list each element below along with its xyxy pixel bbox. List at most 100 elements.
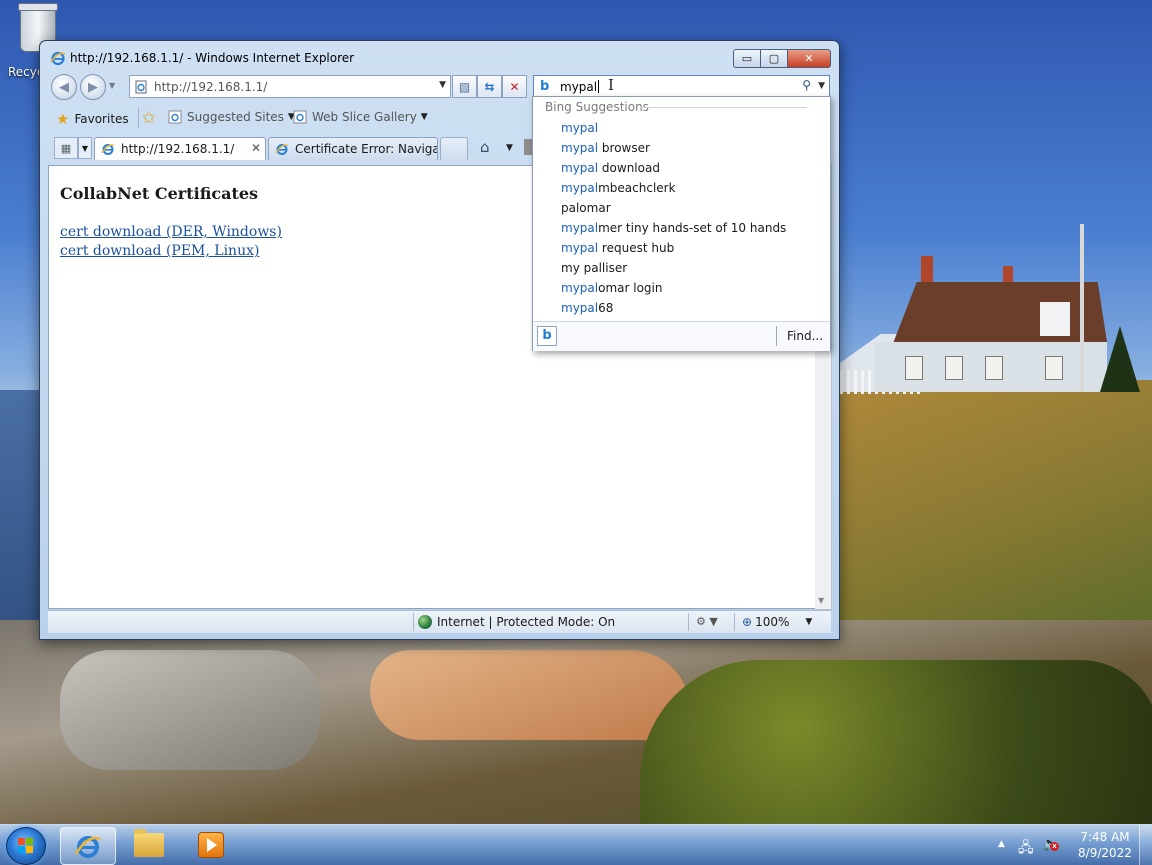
clock-date: 8/9/2022: [1078, 846, 1132, 860]
zoom-control[interactable]: ⊕ 100% ▼: [742, 615, 812, 629]
suggestion-item[interactable]: my palliser: [533, 258, 830, 278]
der-certificate-link[interactable]: cert download (DER, Windows): [60, 224, 282, 240]
pem-certificate-link[interactable]: cert download (PEM, Linux): [60, 243, 259, 259]
clock-time: 7:48 AM: [1080, 830, 1130, 844]
suggestions-header: Bing Suggestions: [545, 100, 649, 114]
address-dropdown-icon[interactable]: ▼: [439, 80, 446, 90]
suggestion-item[interactable]: mypalmer tiny hands-set of 10 hands: [533, 218, 830, 238]
wallpaper-rock-orange: [370, 650, 690, 740]
toolbar-separator: [138, 108, 139, 128]
title-bar[interactable]: http://192.168.1.1/ - Windows Internet E…: [40, 41, 839, 73]
minimize-button[interactable]: ▭: [733, 49, 761, 68]
web-slice-gallery-label: Web Slice Gallery: [312, 110, 417, 124]
home-icon[interactable]: ⌂: [480, 138, 490, 156]
suggestion-item[interactable]: mypal browser: [533, 138, 830, 158]
tab-list-dropdown[interactable]: ▼: [78, 137, 92, 159]
zoom-icon: ⊕: [742, 615, 753, 629]
wallpaper-flagpole: [1080, 224, 1084, 392]
suggestion-match: mypal: [561, 141, 599, 155]
wallpaper-rock-grey: [60, 650, 320, 770]
status-separator: [688, 613, 689, 631]
grid-icon: ▦: [60, 141, 72, 155]
scroll-down-icon[interactable]: ▼: [818, 596, 824, 605]
compatibility-icon: ▧: [458, 79, 471, 94]
quick-tabs-button[interactable]: ▦: [54, 137, 78, 159]
stop-button[interactable]: ✕: [502, 75, 527, 98]
stop-icon: ✕: [509, 79, 520, 94]
show-desktop-button[interactable]: [1139, 825, 1152, 865]
suggestion-rest: 68: [598, 301, 614, 315]
chevron-down-icon: ▼: [420, 112, 428, 122]
globe-icon: [418, 615, 432, 629]
refresh-button[interactable]: ⇆: [477, 75, 502, 98]
suggestion-item[interactable]: mypal68: [533, 298, 830, 318]
back-button[interactable]: ◀: [51, 74, 77, 100]
start-button[interactable]: [6, 827, 46, 865]
tab-certificate-error[interactable]: Certificate Error: Navigati...: [268, 137, 438, 160]
suggestion-item[interactable]: mypalomar login: [533, 278, 830, 298]
home-dropdown[interactable]: ▼: [506, 143, 513, 153]
find-on-page-button[interactable]: Find...: [787, 329, 823, 343]
star-icon: ★: [56, 110, 70, 128]
web-slice-gallery-button[interactable]: Web Slice Gallery ▼: [293, 110, 428, 124]
status-separator: [734, 613, 735, 631]
chevron-down-icon: ▼: [805, 617, 813, 627]
suggested-sites-button[interactable]: Suggested Sites ▼: [168, 110, 295, 124]
refresh-icon: ⇆: [484, 79, 495, 94]
suggestion-match: mypal: [561, 181, 599, 195]
compatibility-view-button[interactable]: ▧: [452, 75, 477, 98]
ie-icon: [50, 51, 66, 66]
page-heading: CollabNet Certificates: [60, 184, 259, 203]
suggestion-match: mypal: [561, 281, 599, 295]
favorites-button[interactable]: ★ Favorites: [56, 110, 129, 128]
suggestion-rest: mer tiny hands-set of 10 hands: [598, 221, 787, 235]
suggestion-item[interactable]: mypal request hub: [533, 238, 830, 258]
search-input[interactable]: mypal: [560, 80, 597, 94]
wallpaper-bushes: [640, 660, 1152, 824]
taskbar-windows-explorer[interactable]: [122, 827, 176, 863]
window-title: http://192.168.1.1/ - Windows Internet E…: [70, 51, 355, 65]
suggestion-match: mypal: [561, 241, 599, 255]
close-tab-icon[interactable]: ✕: [251, 141, 261, 155]
bing-icon: b: [540, 78, 550, 94]
header-divider: [641, 107, 807, 108]
security-zone[interactable]: Internet | Protected Mode: On: [418, 615, 615, 629]
suggestion-item[interactable]: mypal download: [533, 158, 830, 178]
tab-label: http://192.168.1.1/: [121, 142, 235, 156]
back-arrow-icon: ◀: [59, 79, 69, 95]
suggestion-item[interactable]: mypalmbeachclerk: [533, 178, 830, 198]
taskbar-internet-explorer[interactable]: [60, 827, 116, 865]
suggestion-item[interactable]: palomar: [533, 198, 830, 218]
search-box[interactable]: b mypal I ⚲ ▼: [533, 75, 830, 98]
tab-192-168-1-1[interactable]: http://192.168.1.1/ ✕: [94, 137, 266, 160]
zone-label: Internet | Protected Mode: On: [437, 615, 616, 629]
ie-icon: [74, 836, 101, 858]
suggested-sites-label: Suggested Sites: [187, 110, 284, 124]
address-url[interactable]: http://192.168.1.1/: [154, 80, 267, 94]
suggestion-rest: request hub: [598, 241, 675, 255]
suggestion-match: mypal: [561, 221, 599, 235]
show-hidden-icons[interactable]: ▲: [998, 839, 1005, 849]
suggestion-rest: download: [598, 161, 660, 175]
address-bar[interactable]: http://192.168.1.1/ ▼: [129, 75, 451, 98]
maximize-button[interactable]: ▢: [761, 49, 788, 68]
suggestion-item[interactable]: mypal: [533, 118, 830, 138]
status-bar: Internet | Protected Mode: On ⚙ ▼ ⊕ 100%…: [48, 610, 831, 633]
forward-button[interactable]: ▶: [80, 74, 106, 100]
suggestions-footer: b Find...: [533, 321, 830, 351]
magnifier-icon[interactable]: ⚲: [802, 78, 811, 92]
recent-pages-dropdown[interactable]: ▼: [109, 81, 115, 90]
taskbar-media-player[interactable]: [184, 827, 238, 863]
protected-mode-icon[interactable]: ⚙ ▼: [696, 615, 718, 628]
bing-provider-icon[interactable]: b: [537, 326, 557, 346]
zoom-level: 100%: [755, 615, 790, 629]
ie-page-icon: [168, 110, 182, 124]
network-icon[interactable]: 🖧: [1018, 837, 1034, 861]
search-options-dropdown[interactable]: ▼: [818, 81, 825, 91]
add-to-favorites-icon[interactable]: ✩: [142, 108, 155, 127]
suggestion-match: mypal: [561, 161, 599, 175]
status-separator: [413, 613, 414, 631]
system-clock[interactable]: 7:48 AM 8/9/2022: [1072, 829, 1138, 861]
close-button[interactable]: ✕: [788, 49, 831, 68]
new-tab-button[interactable]: [440, 137, 468, 160]
